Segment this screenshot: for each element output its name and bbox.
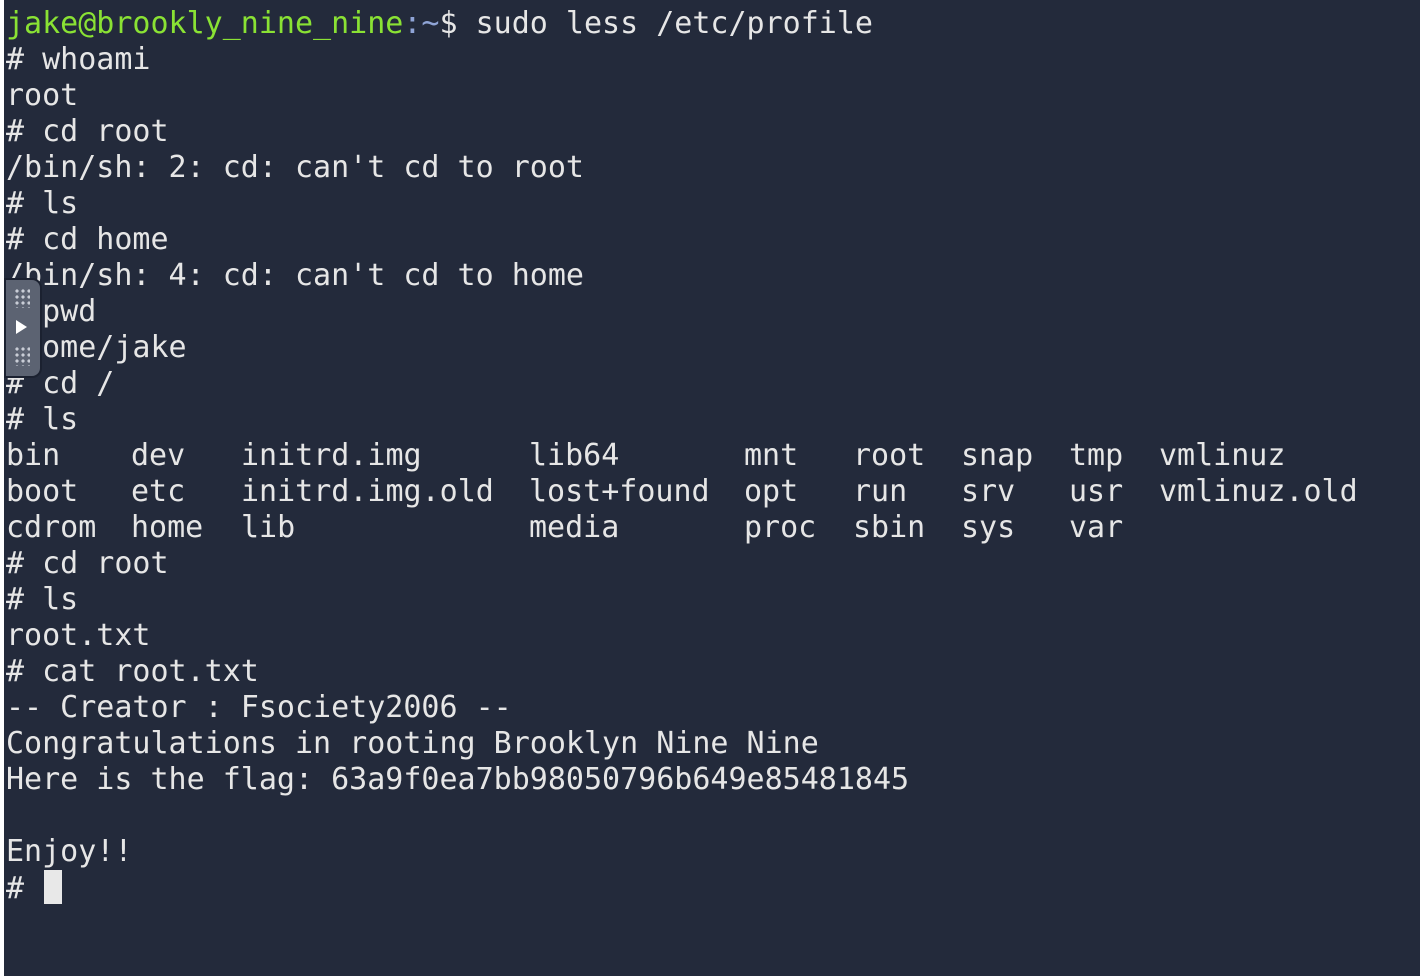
terminal-window[interactable]: jake@brookly_nine_nine:~$ sudo less /etc… [4, 0, 1420, 976]
ls-entry: usr [1069, 474, 1124, 509]
terminal-line: root.txt [6, 618, 151, 653]
grip-dots-icon [14, 346, 30, 366]
ls-entry: initrd.img.old [241, 474, 494, 509]
terminal-line: # cd / [6, 366, 115, 401]
ls-entry: lost+found [529, 474, 710, 509]
ls-entry: srv [961, 474, 1016, 509]
ls-entry: bin [6, 438, 61, 473]
final-prompt: # [6, 871, 43, 906]
final-prompt-line[interactable]: # [6, 870, 1359, 906]
terminal-line: Congratulations in rooting Brooklyn Nine… [6, 726, 819, 761]
terminal-line: /bin/sh: 4: cd: can't cd to home [6, 258, 584, 293]
ls-row: boot etc initrd.img.old lost+found opt run srv… [6, 474, 1359, 510]
terminal-output: jake@brookly_nine_nine:~$ sudo less /etc… [6, 4, 1359, 906]
terminal-line: # pwd [6, 294, 97, 329]
terminal-line: Enjoy!! [6, 834, 133, 869]
terminal-line: # cat root.txt [6, 654, 259, 689]
prompt-command: sudo less /etc/profile [457, 6, 873, 41]
ls-entry: proc [744, 510, 817, 545]
ls-entry: sbin [853, 510, 926, 545]
ls-row: bin dev initrd.img lib64 mnt root snap tmp vmlin… [6, 438, 1359, 474]
terminal-line: # cd home [6, 222, 169, 257]
prompt-user-host: jake@brookly_nine_nine [6, 6, 404, 41]
terminal-line: root [6, 78, 79, 113]
terminal-line: # cd root [6, 546, 169, 581]
terminal-line: /bin/sh: 2: cd: can't cd to root [6, 150, 584, 185]
terminal-line: # ls [6, 582, 79, 617]
terminal-line: # cd root [6, 114, 169, 149]
ls-entry: dev [131, 438, 186, 473]
ls-row: cdrom home lib media proc sbin sys var [6, 510, 1359, 546]
ls-entry: vmlinuz.old [1159, 474, 1358, 509]
prompt-symbol: $ [439, 6, 458, 41]
play-icon[interactable] [16, 320, 27, 334]
terminal-line: -- Creator : Fsociety2006 -- [6, 690, 512, 725]
ls-entry: lib [241, 510, 296, 545]
ls-entry [1159, 510, 1359, 546]
ls-entry: tmp [1069, 438, 1124, 473]
terminal-line: Here is the flag: 63a9f0ea7bb98050796b64… [6, 762, 910, 797]
ls-entry: var [1069, 510, 1124, 545]
grip-dots-icon [14, 288, 30, 308]
ls-entry: mnt [744, 438, 799, 473]
terminal-line: # ls [6, 402, 79, 437]
ls-entry: etc [131, 474, 186, 509]
ls-listing: bin dev initrd.img lib64 mnt root snap tmp vmlin… [6, 438, 1359, 546]
ls-entry: media [529, 510, 620, 545]
ls-entry: boot [6, 474, 79, 509]
ls-entry: initrd.img [241, 438, 422, 473]
ls-entry: opt [744, 474, 799, 509]
ls-entry: cdrom [6, 510, 97, 545]
ls-entry: snap [961, 438, 1034, 473]
ls-entry: root [853, 438, 926, 473]
ls-entry: vmlinuz [1159, 438, 1286, 473]
ls-entry: run [853, 474, 908, 509]
terminal-line: # whoami [6, 42, 151, 77]
prompt-path: :~ [403, 6, 440, 41]
shell-prompt-line: jake@brookly_nine_nine:~$ sudo less /etc… [6, 6, 1359, 42]
terminal-line: /home/jake [6, 330, 187, 365]
side-panel-handle[interactable] [4, 278, 42, 378]
terminal-line: # ls [6, 186, 79, 221]
text-cursor [44, 870, 63, 904]
ls-entry: lib64 [529, 438, 620, 473]
ls-entry: home [131, 510, 204, 545]
ls-entry: sys [961, 510, 1016, 545]
